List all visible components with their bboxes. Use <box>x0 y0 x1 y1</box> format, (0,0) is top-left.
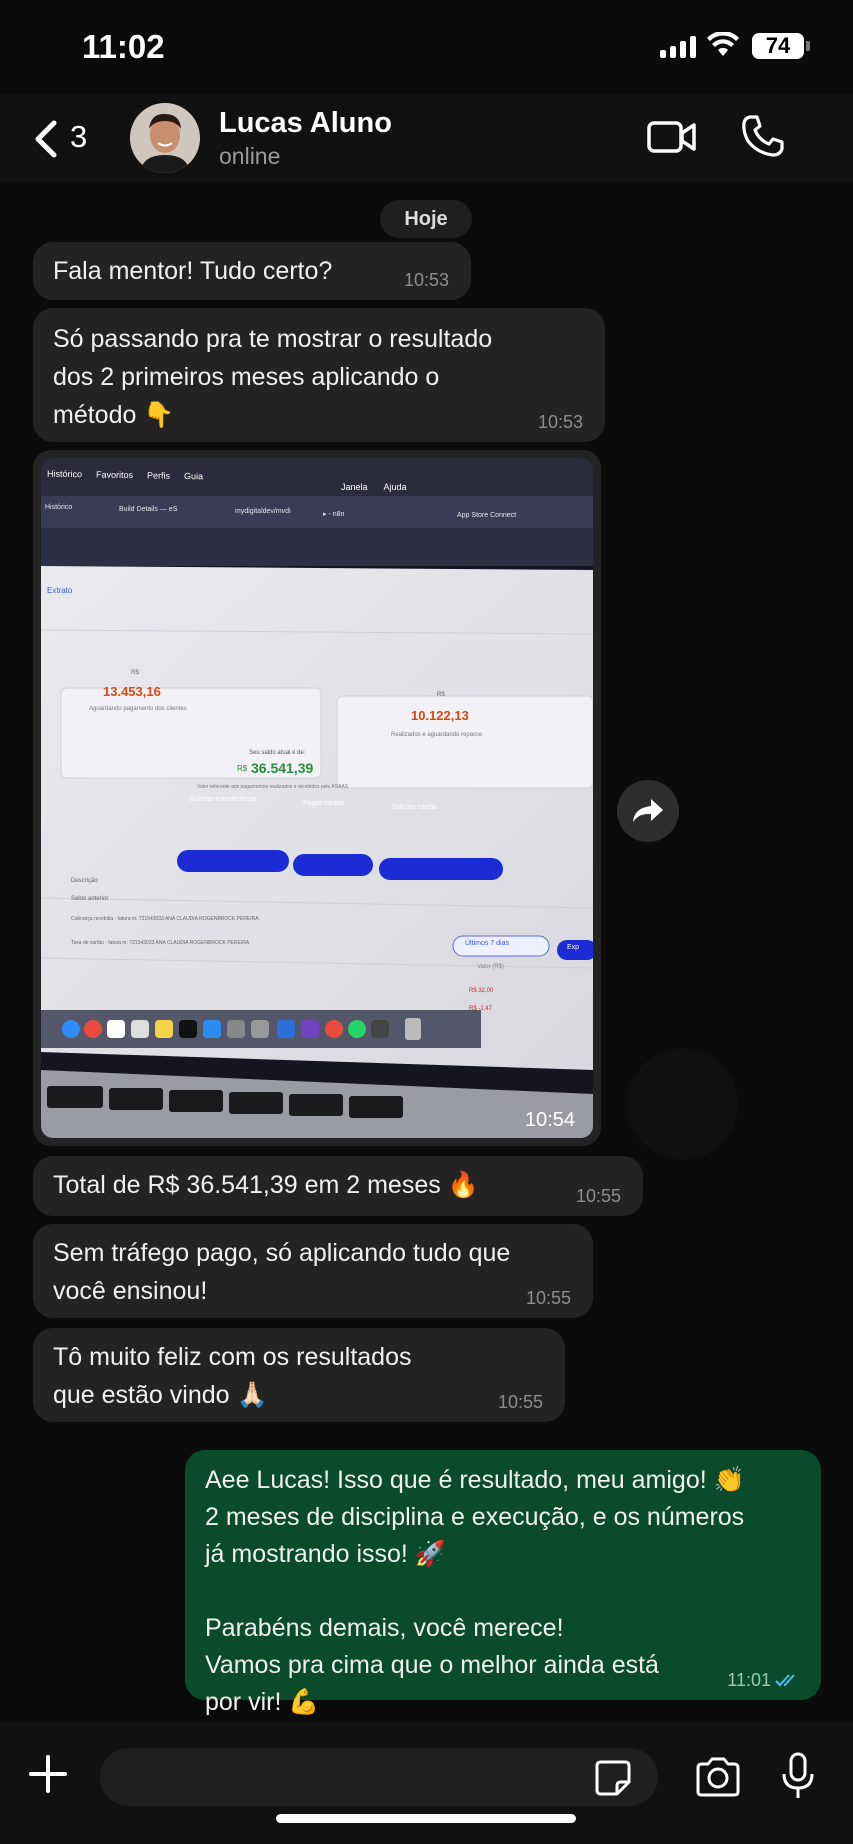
status-time: 11:02 <box>82 28 165 65</box>
photo-amount: R$ 32,00 <box>469 988 494 994</box>
photo-card2-value: 10.122,13 <box>411 708 469 723</box>
plus-icon[interactable] <box>28 1754 68 1794</box>
photo-saldo-note: Valor referente aos pagamentos realizado… <box>197 784 349 790</box>
photo-row: Descrição <box>71 878 98 884</box>
message-incoming[interactable]: Tô muito feliz com os resultados que est… <box>33 1328 565 1422</box>
photo-saldo-label: Seu saldo atual é de: <box>249 750 306 756</box>
unread-count[interactable]: 3 <box>70 119 87 155</box>
microphone-icon[interactable] <box>780 1752 816 1800</box>
photo-btn-card: Solicitar cartão <box>391 804 438 811</box>
message-text: Fala mentor! Tudo certo? <box>53 257 333 285</box>
message-text: Total de R$ 36.541,39 em 2 meses 🔥 <box>53 1171 479 1199</box>
photo-btn-transfer: Solicitar transferência <box>189 796 257 803</box>
video-call-icon[interactable] <box>646 115 698 159</box>
forward-icon[interactable] <box>617 780 679 842</box>
battery-tip <box>806 41 810 51</box>
photo-menu-item: Favoritos <box>95 469 134 481</box>
photo-laptop-screen[interactable]: Histórico Favoritos Perfis Guia Janela A… <box>41 458 593 1138</box>
message-text: Tô muito feliz com os resultados que est… <box>53 1343 412 1409</box>
contact-name[interactable]: Lucas Aluno <box>219 107 392 140</box>
status-bar: 11:02 74 <box>0 0 853 95</box>
sticker-icon[interactable] <box>593 1758 633 1798</box>
message-time: 10:55 <box>497 1392 543 1412</box>
message-time: 10:55 <box>525 1288 571 1308</box>
message-time: 10:53 <box>537 412 583 432</box>
photo-card1-note: Aguardando pagamento dos clientes <box>89 706 187 712</box>
photo-menu-item: Janela <box>341 482 368 492</box>
message-time: 10:55 <box>575 1186 621 1206</box>
photo-saldo-value: 36.541,39 <box>251 760 314 776</box>
read-receipt-icon <box>775 1674 795 1687</box>
message-outgoing[interactable]: Aee Lucas! Isso que é resultado, meu ami… <box>185 1450 821 1716</box>
message-text: Só passando pra te mostrar o resultado d… <box>53 325 493 429</box>
message-input[interactable] <box>100 1748 658 1806</box>
message-text: Aee Lucas! Isso que é resultado, meu ami… <box>205 1466 745 1716</box>
photo-saldo-prefix: R$ <box>237 764 248 773</box>
message-incoming[interactable]: Total de R$ 36.541,39 em 2 meses 🔥 10:55 <box>33 1156 643 1216</box>
contact-status: online <box>219 143 281 169</box>
back-chevron-icon[interactable] <box>28 117 68 161</box>
photo-card2-note: Realizados e aguardando repasse <box>391 732 483 738</box>
photo-tab: App Store Connect <box>457 512 517 519</box>
photo-tab: Build Details — eS <box>119 506 178 513</box>
photo-menu-item: Perfis <box>146 470 171 481</box>
photo-filter: Últimos 7 dias <box>465 940 509 947</box>
photo-export: Exp <box>567 944 580 951</box>
photo-card2-label: R$ <box>437 692 445 698</box>
message-text: Sem tráfego pago, só aplicando tudo que … <box>53 1239 511 1305</box>
composer-bar <box>0 1722 853 1844</box>
wifi-icon <box>707 32 739 56</box>
photo-amount: R$ -1,47 <box>469 1006 493 1012</box>
photo-extrato-link: Extrato <box>47 586 73 595</box>
photo-card1-value: 13.453,16 <box>103 684 161 699</box>
cellular-signal-icon <box>660 36 696 58</box>
message-time: 10:54 <box>524 1109 575 1131</box>
phone-call-icon[interactable] <box>740 113 786 159</box>
message-incoming[interactable]: Sem tráfego pago, só aplicando tudo que … <box>33 1224 593 1318</box>
photo-tab: mydigitaldev/mvdi <box>235 508 291 515</box>
photo-card1-label: R$ <box>131 670 139 676</box>
photo-menu-item: Guia <box>183 471 204 482</box>
message-incoming[interactable]: Só passando pra te mostrar o resultado d… <box>33 308 605 442</box>
photo-tab: ▸ - n8n <box>323 511 345 518</box>
home-indicator <box>276 1814 576 1823</box>
photo-menu-right: Janela Ajuda <box>341 482 407 492</box>
photo-row: Cobrança recebida - fatura nr. 721543033… <box>71 916 259 922</box>
avatar[interactable] <box>130 103 200 173</box>
chat-header: 3 Lucas Aluno online <box>0 95 853 183</box>
message-incoming[interactable]: Fala mentor! Tudo certo? 10:53 <box>33 242 471 300</box>
photo-row: Taxa de cartão - fatura nr. 721543033 AN… <box>71 940 250 946</box>
photo-menu-item: Ajuda <box>383 482 407 492</box>
photo-menu-item: Histórico <box>46 468 83 480</box>
image-message[interactable]: Histórico Favoritos Perfis Guia Janela A… <box>33 450 601 1146</box>
message-time: 11:01 <box>727 1670 771 1690</box>
photo-tab: Histórico <box>45 504 73 511</box>
battery-level: 74 <box>752 33 804 59</box>
photo-btn-pay: Pagar contas <box>303 800 345 807</box>
date-separator: Hoje <box>380 200 472 238</box>
photo-valor-header: Valor (R$) <box>477 964 504 970</box>
message-time: 10:53 <box>403 270 449 290</box>
camera-icon[interactable] <box>694 1756 742 1798</box>
photo-row: Saldo anterior <box>71 896 109 902</box>
